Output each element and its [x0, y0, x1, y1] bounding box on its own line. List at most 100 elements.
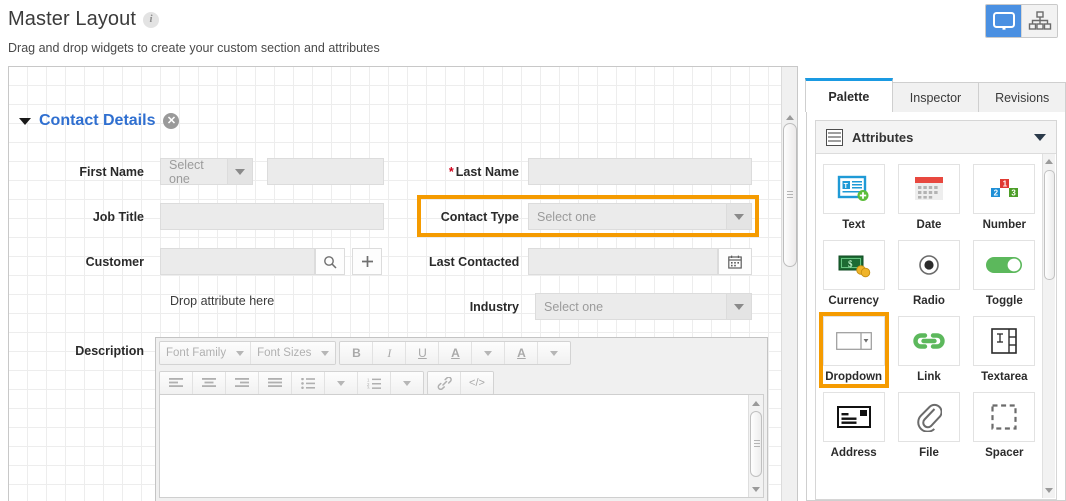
- tree-view-button[interactable]: [1021, 5, 1057, 37]
- italic-button[interactable]: I: [372, 342, 405, 364]
- text-format-group: B I U A A: [339, 341, 571, 365]
- file-widget-icon: [916, 402, 942, 432]
- contact-type-select[interactable]: Select one: [528, 203, 752, 230]
- numbered-list-dropdown[interactable]: [390, 372, 423, 394]
- section-title[interactable]: Contact Details: [39, 112, 155, 130]
- widget-label: Number: [970, 219, 1038, 231]
- layout-canvas[interactable]: Contact Details ✕ First Name Select one …: [8, 66, 798, 501]
- align-justify-button[interactable]: [258, 372, 291, 394]
- widget-tile-file[interactable]: File: [895, 392, 963, 459]
- bullet-list-button[interactable]: [291, 372, 324, 394]
- insert-link-button[interactable]: [428, 372, 460, 394]
- desktop-view-button[interactable]: [986, 5, 1021, 37]
- hierarchy-icon: [1028, 11, 1052, 31]
- first-name-select[interactable]: Select one: [160, 158, 253, 185]
- align-left-button[interactable]: [160, 372, 192, 394]
- bullet-list-dropdown[interactable]: [324, 372, 357, 394]
- close-icon[interactable]: ✕: [163, 113, 179, 129]
- scroll-down-icon[interactable]: [1043, 484, 1055, 497]
- align-right-button[interactable]: [225, 372, 258, 394]
- widget-label: Text: [820, 219, 888, 231]
- field-label-job-title: Job Title: [49, 210, 144, 224]
- widget-tile-date[interactable]: Date: [895, 164, 963, 231]
- dropdown-widget-icon: [836, 332, 872, 350]
- scroll-down-icon[interactable]: [749, 482, 763, 496]
- drop-attribute-hint[interactable]: Drop attribute here: [170, 294, 274, 308]
- industry-select[interactable]: Select one: [535, 293, 752, 320]
- chevron-down-icon: [726, 204, 751, 229]
- chevron-down-icon[interactable]: [19, 118, 31, 125]
- plus-icon: [361, 255, 374, 268]
- widget-label: Currency: [820, 295, 888, 307]
- widget-tile-currency[interactable]: $ Currency: [820, 240, 888, 307]
- source-code-button[interactable]: </>: [460, 372, 493, 394]
- widget-icon-box: [898, 240, 960, 290]
- numbered-list-button[interactable]: 123: [357, 372, 390, 394]
- editor-scroll-thumb[interactable]: [750, 411, 762, 477]
- canvas-scroll-thumb[interactable]: [783, 123, 797, 267]
- attributes-accordion-header[interactable]: Attributes: [816, 121, 1056, 154]
- chevron-down-icon[interactable]: [1034, 134, 1046, 141]
- tab-palette[interactable]: Palette: [805, 78, 893, 112]
- last-contacted-input[interactable]: [528, 248, 718, 275]
- widget-tile-address[interactable]: Address: [820, 392, 888, 459]
- font-size-select[interactable]: Font Sizes: [250, 342, 335, 364]
- canvas-scrollbar[interactable]: [781, 67, 797, 501]
- svg-text:2: 2: [994, 188, 999, 197]
- description-rich-text-editor[interactable]: Font Family Font Sizes B I U A A: [155, 337, 768, 501]
- text-widget-icon: T: [837, 175, 871, 203]
- job-title-input[interactable]: [160, 203, 384, 230]
- svg-text:T: T: [843, 183, 848, 190]
- text-color-dropdown[interactable]: [471, 342, 504, 364]
- scroll-up-icon[interactable]: [749, 396, 763, 410]
- address-widget-icon: [837, 406, 871, 428]
- widget-tile-link[interactable]: Link: [895, 316, 963, 383]
- widget-tile-textarea[interactable]: Textarea: [970, 316, 1038, 383]
- last-contacted-calendar-button[interactable]: [718, 248, 752, 275]
- widget-tile-spacer[interactable]: Spacer: [970, 392, 1038, 459]
- palette-scroll-thumb[interactable]: [1044, 170, 1055, 280]
- text-color-button[interactable]: A: [438, 342, 471, 364]
- widget-label: Radio: [895, 295, 963, 307]
- tab-inspector[interactable]: Inspector: [892, 82, 980, 112]
- first-name-input[interactable]: [267, 158, 384, 185]
- alignment-group: 123: [159, 371, 424, 395]
- info-icon[interactable]: i: [143, 12, 159, 28]
- bold-button[interactable]: B: [340, 342, 372, 364]
- last-name-input[interactable]: [528, 158, 752, 185]
- page-title: Master Layout i: [8, 8, 159, 31]
- description-editor-body[interactable]: [159, 394, 764, 498]
- attributes-title: Attributes: [852, 130, 1025, 145]
- underline-button[interactable]: U: [405, 342, 438, 364]
- widget-tile-toggle[interactable]: Toggle: [970, 240, 1038, 307]
- grip-icon: [787, 191, 793, 200]
- palette-scrollbar[interactable]: [1042, 154, 1055, 498]
- widget-tile-dropdown[interactable]: Dropdown: [820, 316, 888, 383]
- field-label-customer: Customer: [49, 255, 144, 269]
- field-label-industry: Industry: [429, 300, 519, 314]
- customer-add-button[interactable]: [352, 248, 382, 275]
- radio-widget-icon: [917, 253, 941, 277]
- font-family-select[interactable]: Font Family: [160, 342, 250, 364]
- scroll-up-icon[interactable]: [1043, 155, 1055, 168]
- widget-tile-radio[interactable]: Radio: [895, 240, 963, 307]
- widget-tile-text[interactable]: T Text: [820, 164, 888, 231]
- tab-revisions[interactable]: Revisions: [978, 82, 1066, 112]
- align-center-button[interactable]: [192, 372, 225, 394]
- align-left-icon: [169, 378, 183, 389]
- svg-text:1: 1: [1003, 179, 1008, 188]
- customer-input[interactable]: [160, 248, 315, 275]
- align-justify-icon: [268, 378, 282, 389]
- industry-select-value: Select one: [536, 294, 726, 319]
- view-mode-toggle: [985, 4, 1058, 38]
- widget-icon-box: T: [823, 164, 885, 214]
- editor-scrollbar[interactable]: [748, 395, 763, 497]
- number-widget-icon: 1 2 3: [988, 175, 1020, 203]
- master-layout-page: Master Layout i Drag and drop widgets to…: [0, 0, 1066, 501]
- widget-tile-number[interactable]: 1 2 3 Number: [970, 164, 1038, 231]
- widget-icon-box: [973, 392, 1035, 442]
- customer-search-button[interactable]: [315, 248, 345, 275]
- background-color-button[interactable]: A: [504, 342, 537, 364]
- grip-icon: [754, 440, 760, 449]
- background-color-dropdown[interactable]: [537, 342, 570, 364]
